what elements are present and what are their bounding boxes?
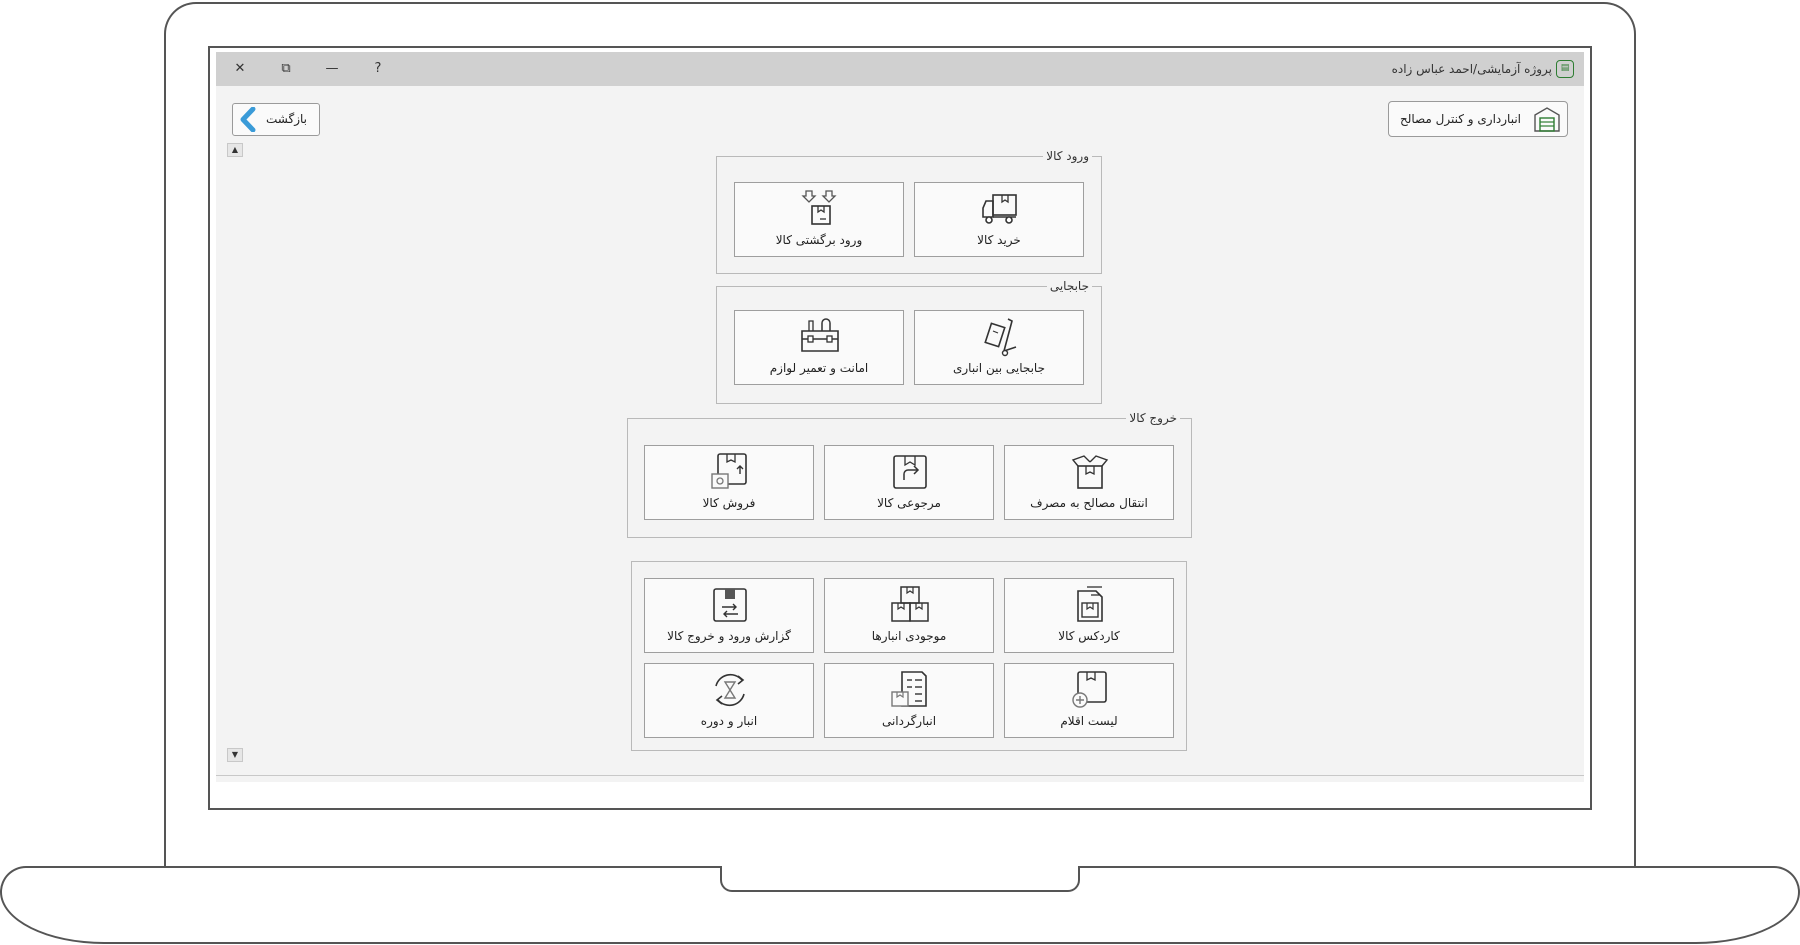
tile-label: کاردکس کالا bbox=[1058, 629, 1120, 643]
close-button[interactable]: ✕ bbox=[225, 52, 255, 86]
warehouse-period-icon bbox=[715, 673, 745, 707]
help-button[interactable]: ? bbox=[363, 52, 393, 86]
minimize-button[interactable]: — bbox=[317, 52, 347, 86]
tile-label: ورود برگشتی کالا bbox=[775, 233, 863, 247]
tile-label: مرجوعی کالا bbox=[877, 496, 941, 510]
app-logo-icon: ▤ bbox=[1556, 60, 1574, 78]
tile-label: انبارگردانی bbox=[881, 714, 937, 728]
group-legend-goods-entry: ورود کالا bbox=[1043, 148, 1092, 164]
tile-goods-sale[interactable]: فروش کالا bbox=[644, 445, 814, 520]
tile-label: امانت و تعمیر لوازم bbox=[769, 361, 869, 375]
tile-goods-return[interactable]: مرجوعی کالا bbox=[824, 445, 994, 520]
exchange-report-icon bbox=[713, 588, 747, 622]
group-legend-goods-exit: خروج کالا bbox=[1126, 410, 1180, 426]
status-bar-divider bbox=[216, 775, 1584, 776]
tile-transfer-to-consumption[interactable]: انتقال مصالح به مصرف bbox=[1004, 445, 1174, 520]
open-box-icon bbox=[1071, 455, 1109, 489]
laptop-notch bbox=[720, 866, 1080, 892]
tile-stocktaking[interactable]: انبارگردانی bbox=[824, 663, 994, 738]
back-label: بازگشت bbox=[266, 112, 307, 126]
box-return-icon bbox=[893, 455, 927, 489]
stacked-boxes-icon bbox=[891, 586, 929, 622]
tile-label: خرید کالا bbox=[977, 233, 1021, 247]
tile-label: انبار و دوره bbox=[700, 714, 758, 728]
inventory-count-icon bbox=[891, 671, 927, 707]
toolbox-icon bbox=[801, 318, 839, 352]
tile-entry-exit-report[interactable]: گزارش ورود و خروج کالا bbox=[644, 578, 814, 653]
tile-returned-entry[interactable]: ورود برگشتی کالا bbox=[734, 182, 904, 257]
item-list-icon bbox=[1072, 671, 1107, 708]
back-button[interactable]: بازگشت bbox=[232, 103, 320, 136]
tile-cardex[interactable]: کاردکس کالا bbox=[1004, 578, 1174, 653]
truck-icon bbox=[982, 194, 1017, 224]
group-legend-transfer: جابجایی bbox=[1046, 278, 1092, 294]
module-header-button[interactable]: انبارداری و کنترل مصالح bbox=[1388, 101, 1568, 137]
tile-loan-repair[interactable]: امانت و تعمیر لوازم bbox=[734, 310, 904, 385]
scroll-up-arrow[interactable]: ▲ bbox=[227, 143, 243, 157]
tile-purchase[interactable]: خرید کالا bbox=[914, 182, 1084, 257]
cardex-icon bbox=[1077, 586, 1103, 622]
chevron-left-icon bbox=[240, 107, 256, 132]
tile-warehouse-stock[interactable]: موجودی انبارها bbox=[824, 578, 994, 653]
tile-label: جابجایی بین انباری bbox=[952, 361, 1046, 375]
tile-label: فروش کالا bbox=[702, 496, 756, 510]
tile-inter-warehouse[interactable]: جابجایی بین انباری bbox=[914, 310, 1084, 385]
restore-button[interactable]: ⧉ bbox=[271, 52, 301, 86]
title-bar bbox=[216, 52, 1584, 86]
warehouse-icon bbox=[1534, 107, 1560, 132]
tile-item-list[interactable]: لیست اقلام bbox=[1004, 663, 1174, 738]
box-sale-icon bbox=[711, 453, 747, 489]
returned-box-icon bbox=[801, 190, 837, 225]
tile-label: لیست اقلام bbox=[1060, 714, 1118, 728]
scroll-down-arrow[interactable]: ▼ bbox=[227, 748, 243, 762]
tile-label: موجودی انبارها bbox=[871, 629, 947, 643]
tile-warehouse-period[interactable]: انبار و دوره bbox=[644, 663, 814, 738]
hand-truck-icon bbox=[984, 318, 1017, 357]
module-label: انبارداری و کنترل مصالح bbox=[1399, 112, 1521, 126]
tile-label: گزارش ورود و خروج کالا bbox=[667, 629, 791, 643]
window-title: پروژه آزمایشی/احمد عباس زاده bbox=[1391, 62, 1552, 76]
tile-label: انتقال مصالح به مصرف bbox=[1030, 496, 1148, 510]
